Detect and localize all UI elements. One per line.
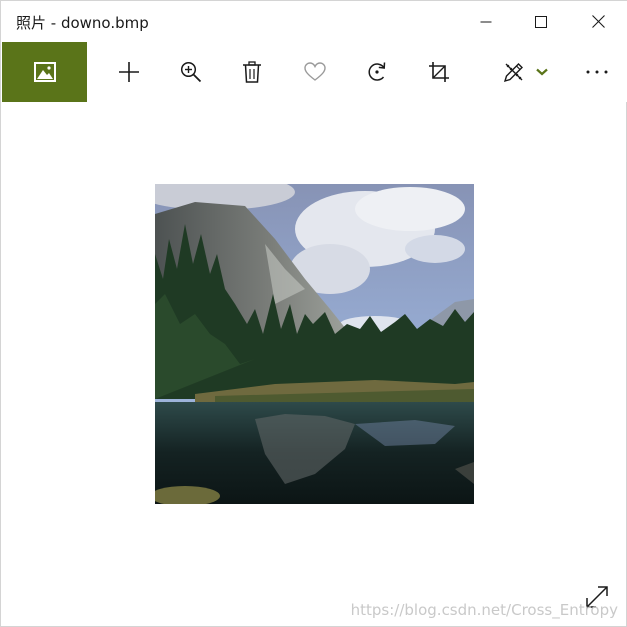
trash-icon [243,61,261,83]
close-icon [591,15,605,28]
maximize-icon [535,15,547,28]
zoom-in-icon [180,61,202,83]
more-icon [586,70,608,74]
delete-button[interactable] [227,42,277,102]
edit-dropdown-button[interactable] [529,42,555,102]
landscape-image [155,184,474,504]
maximize-button[interactable] [518,1,564,42]
displayed-photo[interactable] [155,184,474,504]
zoom-button[interactable] [166,42,216,102]
title-bar[interactable]: 照片 - downo.bmp [1,1,627,42]
watermark-text: https://blog.csdn.net/Cross_Entropy [350,601,618,619]
favorite-button[interactable] [290,42,340,102]
window-title: 照片 - downo.bmp [16,14,149,32]
rotate-icon [368,62,386,81]
toolbar [1,42,627,102]
crop-button[interactable] [414,42,464,102]
crop-icon [429,62,449,82]
see-all-photos-button[interactable] [2,42,87,102]
heart-icon [304,62,326,81]
minimize-button[interactable] [463,1,509,42]
plus-icon [119,62,139,82]
pen-ruler-icon [503,63,523,83]
minimize-icon [480,21,492,22]
chevron-down-icon [536,68,548,76]
photo-collection-icon [33,62,56,82]
close-button[interactable] [575,1,621,42]
rotate-button[interactable] [352,42,402,102]
add-to-button[interactable] [104,42,154,102]
more-button[interactable] [572,42,622,102]
